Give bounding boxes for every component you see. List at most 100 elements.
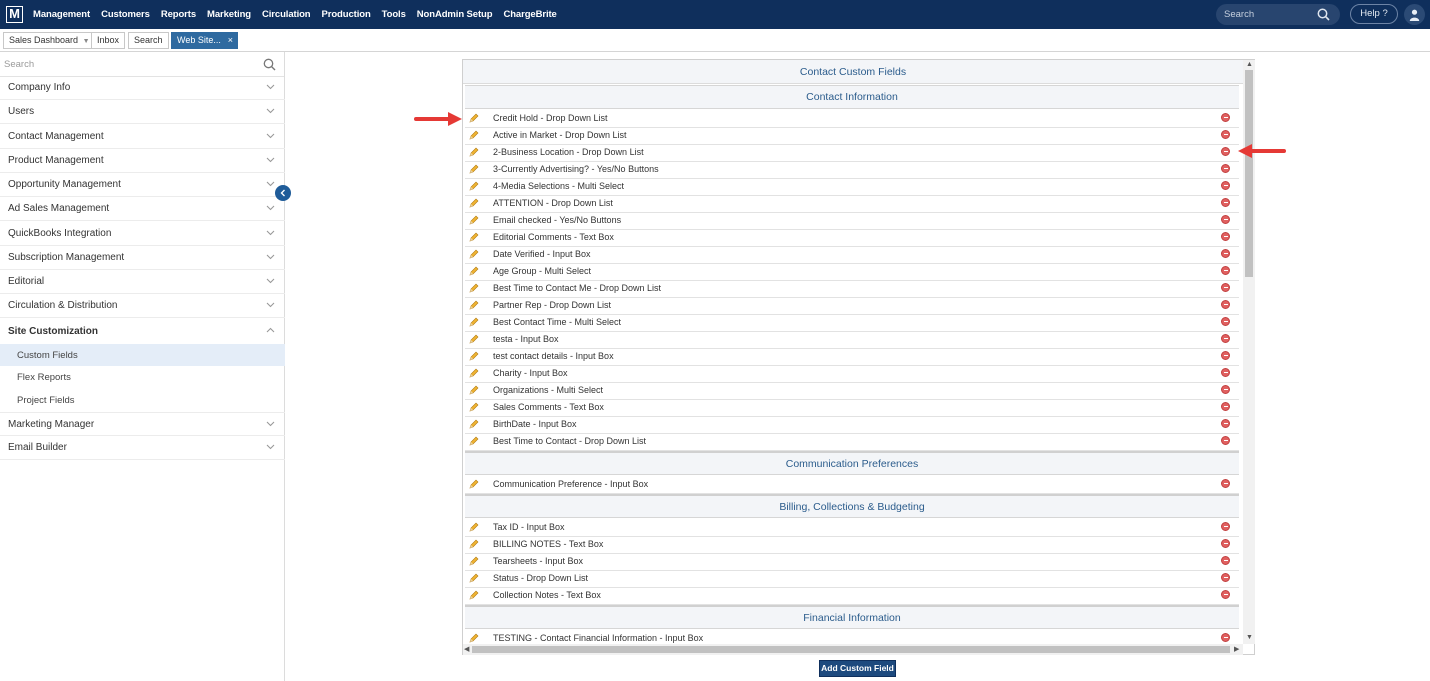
sidebar-item-product-management[interactable]: Product Management [0, 149, 285, 173]
sidebar-item-email-builder[interactable]: Email Builder [0, 436, 285, 460]
sidebar-item-opportunity-management[interactable]: Opportunity Management [0, 173, 285, 197]
delete-icon[interactable] [1221, 198, 1230, 207]
edit-pencil-icon[interactable] [469, 573, 479, 583]
edit-pencil-icon[interactable] [469, 198, 479, 208]
delete-icon[interactable] [1221, 283, 1230, 292]
nav-marketing[interactable]: Marketing [207, 9, 251, 20]
vertical-scroll-thumb[interactable] [1245, 70, 1253, 277]
delete-icon[interactable] [1221, 590, 1230, 599]
edit-pencil-icon[interactable] [469, 283, 479, 293]
edit-pencil-icon[interactable] [469, 539, 479, 549]
sidebar-item-editorial[interactable]: Editorial [0, 270, 285, 294]
sidebar-item-company-info[interactable]: Company Info [0, 76, 285, 100]
tab-web-site[interactable]: Web Site... × [171, 32, 238, 49]
nav-chargebrite[interactable]: ChargeBrite [503, 9, 556, 20]
scroll-left-icon[interactable]: ◀ [464, 646, 469, 654]
edit-pencil-icon[interactable] [469, 590, 479, 600]
sidebar-subitem-custom-fields[interactable]: Custom Fields [0, 344, 285, 366]
edit-pencil-icon[interactable] [469, 402, 479, 412]
nav-management[interactable]: Management [33, 9, 90, 20]
tab-search[interactable]: Search [128, 32, 169, 49]
delete-icon[interactable] [1221, 436, 1230, 445]
delete-icon[interactable] [1221, 266, 1230, 275]
app-logo[interactable]: M [6, 6, 23, 23]
sidebar-subitem-project-fields[interactable]: Project Fields [0, 389, 285, 411]
delete-icon[interactable] [1221, 181, 1230, 190]
sidebar-item-site-customization[interactable]: Site Customization [0, 319, 285, 343]
tab-sales-dashboard[interactable]: Sales Dashboard ▼ [3, 32, 96, 49]
edit-pencil-icon[interactable] [469, 130, 479, 140]
scroll-up-icon[interactable]: ▲ [1246, 61, 1253, 69]
sidebar-item-quickbooks-integration[interactable]: QuickBooks Integration [0, 222, 285, 246]
edit-pencil-icon[interactable] [469, 633, 479, 643]
user-menu-button[interactable] [1404, 4, 1425, 25]
delete-icon[interactable] [1221, 351, 1230, 360]
edit-pencil-icon[interactable] [469, 436, 479, 446]
search-icon[interactable] [263, 58, 276, 71]
search-icon[interactable] [1317, 8, 1330, 21]
edit-pencil-icon[interactable] [469, 147, 479, 157]
sidebar-item-users[interactable]: Users [0, 100, 285, 124]
nav-reports[interactable]: Reports [161, 9, 196, 20]
delete-icon[interactable] [1221, 539, 1230, 548]
edit-pencil-icon[interactable] [469, 385, 479, 395]
edit-pencil-icon[interactable] [469, 249, 479, 259]
horizontal-scrollbar[interactable]: ◀ ▶ [463, 644, 1243, 655]
delete-icon[interactable] [1221, 522, 1230, 531]
horizontal-scroll-thumb[interactable] [472, 646, 1230, 653]
delete-icon[interactable] [1221, 419, 1230, 428]
delete-icon[interactable] [1221, 573, 1230, 582]
delete-icon[interactable] [1221, 633, 1230, 642]
edit-pencil-icon[interactable] [469, 164, 479, 174]
sidebar-item-circulation-distribution[interactable]: Circulation & Distribution [0, 294, 285, 318]
delete-icon[interactable] [1221, 232, 1230, 241]
delete-icon[interactable] [1221, 164, 1230, 173]
delete-icon[interactable] [1221, 556, 1230, 565]
global-search-input[interactable]: Search [1216, 4, 1340, 25]
edit-pencil-icon[interactable] [469, 522, 479, 532]
delete-icon[interactable] [1221, 300, 1230, 309]
sidebar-subitem-flex-reports[interactable]: Flex Reports [0, 366, 285, 388]
delete-icon[interactable] [1221, 334, 1230, 343]
delete-icon[interactable] [1221, 249, 1230, 258]
sidebar-search-input[interactable]: Search [0, 52, 284, 77]
sidebar-item-subscription-management[interactable]: Subscription Management [0, 246, 285, 270]
nav-nonadmin-setup[interactable]: NonAdmin Setup [417, 9, 493, 20]
help-button[interactable]: Help ? [1350, 4, 1398, 24]
edit-pencil-icon[interactable] [469, 266, 479, 276]
edit-pencil-icon[interactable] [469, 300, 479, 310]
edit-pencil-icon[interactable] [469, 556, 479, 566]
edit-pencil-icon[interactable] [469, 232, 479, 242]
chevron-down-icon[interactable]: ▼ [83, 38, 90, 45]
delete-icon[interactable] [1221, 368, 1230, 377]
edit-pencil-icon[interactable] [469, 181, 479, 191]
edit-pencil-icon[interactable] [469, 368, 479, 378]
nav-production[interactable]: Production [322, 9, 371, 20]
delete-icon[interactable] [1221, 130, 1230, 139]
sidebar-item-ad-sales-management[interactable]: Ad Sales Management [0, 197, 285, 221]
delete-icon[interactable] [1221, 215, 1230, 224]
delete-icon[interactable] [1221, 113, 1230, 122]
edit-pencil-icon[interactable] [469, 479, 479, 489]
scroll-down-icon[interactable]: ▼ [1246, 634, 1253, 642]
edit-pencil-icon[interactable] [469, 419, 479, 429]
sidebar-item-contact-management[interactable]: Contact Management [0, 125, 285, 149]
collapse-sidebar-button[interactable] [275, 185, 291, 201]
delete-icon[interactable] [1221, 479, 1230, 488]
nav-customers[interactable]: Customers [101, 9, 150, 20]
edit-pencil-icon[interactable] [469, 215, 479, 225]
edit-pencil-icon[interactable] [469, 334, 479, 344]
custom-fields-list[interactable]: Contact Information Credit Hold - Drop Do… [464, 85, 1240, 645]
nav-circulation[interactable]: Circulation [262, 9, 311, 20]
delete-icon[interactable] [1221, 147, 1230, 156]
delete-icon[interactable] [1221, 385, 1230, 394]
delete-icon[interactable] [1221, 402, 1230, 411]
scroll-right-icon[interactable]: ▶ [1234, 646, 1239, 654]
edit-pencil-icon[interactable] [469, 351, 479, 361]
edit-pencil-icon[interactable] [469, 317, 479, 327]
sidebar-item-marketing-manager[interactable]: Marketing Manager [0, 412, 285, 436]
add-custom-field-button[interactable]: Add Custom Field [819, 660, 896, 677]
nav-tools[interactable]: Tools [382, 9, 406, 20]
tab-inbox[interactable]: Inbox [91, 32, 126, 49]
close-tab-icon[interactable]: × [228, 33, 233, 48]
